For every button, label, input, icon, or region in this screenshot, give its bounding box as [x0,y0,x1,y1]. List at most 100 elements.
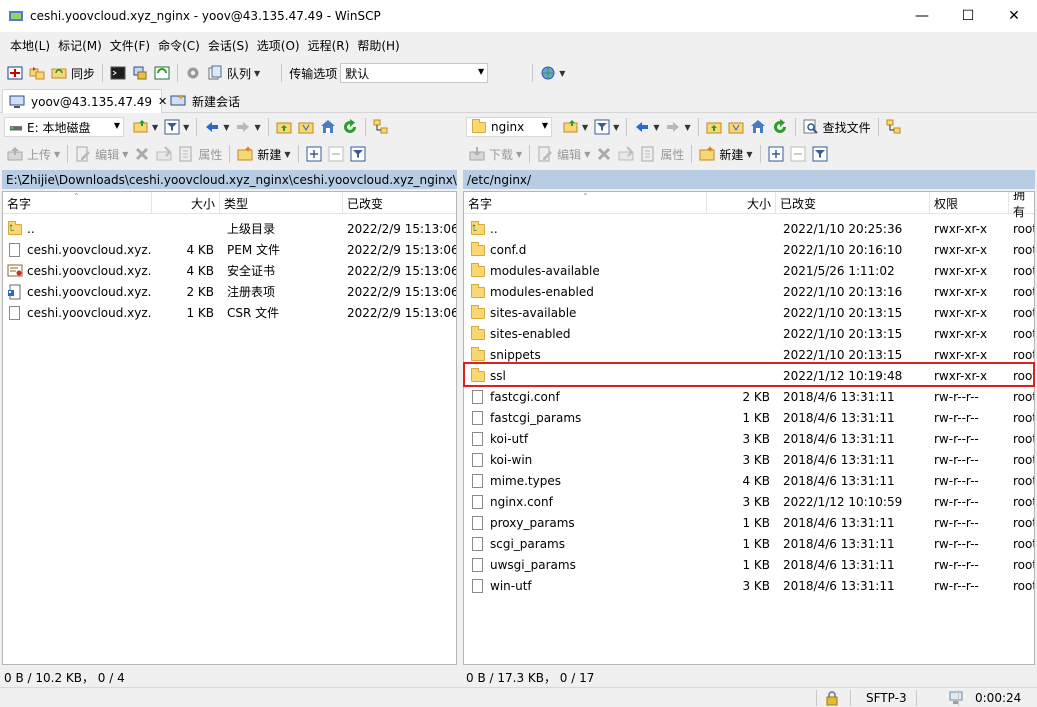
close-button[interactable]: ✕ [991,0,1037,32]
local-delete-button[interactable] [131,143,153,165]
table-row[interactable]: koi-utf 3 KB 2018/4/6 13:31:11 rw-r--r-- roo… [464,428,1034,449]
remote-col-size[interactable]: 大小 [707,192,776,214]
local-path-bar[interactable]: E:\Zhijie\Downloads\ceshi.yoovcloud.xyz_… [2,170,457,189]
menu-command[interactable]: 命令(C) [154,37,204,54]
table-row[interactable]: ceshi.yoovcloud.xyz... 4 KB PEM 文件 2022/2/9… [3,239,456,260]
remote-properties-button[interactable]: 属性 [637,143,687,165]
remote-tree-button[interactable] [883,116,905,138]
local-select-filter-button[interactable] [347,143,369,165]
local-col-changed[interactable]: 已改变 [343,192,456,214]
table-row[interactable]: scgi_params 1 KB 2018/4/6 13:31:11 rw-r--r-… [464,533,1034,554]
table-row[interactable]: modules-available 2021/5/26 1:11:02 rwxr-x… [464,260,1034,281]
maximize-button[interactable]: ☐ [945,0,991,32]
remote-select-filter-button[interactable] [809,143,831,165]
remote-home-button[interactable] [747,116,769,138]
compare-button[interactable] [4,62,26,84]
remote-forward-button[interactable]: ▼ [662,116,693,138]
remote-folder-select[interactable]: nginx ▼ [466,117,552,137]
transfer-options-select[interactable]: 默认 ▼ [340,63,489,83]
synchronize-browsing-button[interactable] [26,62,48,84]
table-row[interactable]: ⮤.. 上级目录 2022/2/9 15:13:06 [3,218,456,239]
table-row[interactable]: mime.types 4 KB 2018/4/6 13:31:11 rw-r--r--… [464,470,1034,491]
table-row[interactable]: fastcgi.conf 2 KB 2018/4/6 13:31:11 rw-r--r… [464,386,1034,407]
remote-rename-button[interactable] [615,143,637,165]
menu-local[interactable]: 本地(L) [6,37,54,54]
table-row[interactable]: proxy_params 1 KB 2018/4/6 13:31:11 rw-r--r… [464,512,1034,533]
local-tree-button[interactable] [370,116,392,138]
table-row[interactable]: sites-available 2022/1/10 20:13:15 rwxr-xr… [464,302,1034,323]
table-row[interactable]: ceshi.yoovcloud.xyz... 4 KB 安全证书 2022/2/9 1… [3,260,456,281]
local-select-all-button[interactable] [303,143,325,165]
refresh-session-button[interactable] [151,62,173,84]
local-drive-select[interactable]: E: 本地磁盘 ▼ [4,117,124,137]
local-open-folder-button[interactable]: ▼ [130,116,161,138]
remote-col-rights[interactable]: 权限 [930,192,1009,214]
local-nav-toolbar: E: 本地磁盘 ▼ ▼ ▼ ▼ ▼ [4,114,456,140]
menu-options[interactable]: 选项(O) [253,37,304,54]
minimize-button[interactable]: — [899,0,945,32]
table-row[interactable]: koi-win 3 KB 2018/4/6 13:31:11 rw-r--r-- roo… [464,449,1034,470]
local-properties-button[interactable]: 属性 [175,143,225,165]
tab-session[interactable]: yoov@43.135.47.49 ✕ [2,89,167,113]
local-col-type[interactable]: 类型 [220,192,343,214]
file-rights-text: rwxr-xr-x [934,347,988,362]
menu-file[interactable]: 文件(F) [106,37,154,54]
menu-help[interactable]: 帮助(H) [353,37,403,54]
session-globe-button[interactable]: ▼ [537,62,568,84]
table-row-ssl[interactable]: ssl 2022/1/12 10:19:48 rwxr-xr-x root [464,365,1034,386]
remote-path-bar[interactable]: /etc/nginx/ [463,170,1035,189]
table-row[interactable]: ceshi.yoovcloud.xyz... 2 KB 注册表项 2022/2/9 1… [3,281,456,302]
file-changed-text: 2022/2/9 15:13:06 [347,221,457,236]
local-home-button[interactable] [317,116,339,138]
table-row[interactable]: uwsgi_params 1 KB 2018/4/6 13:31:11 rw-r--r… [464,554,1034,575]
local-edit-button[interactable]: 编辑 ▼ [72,143,131,165]
table-row[interactable]: snippets 2022/1/10 20:13:15 rwxr-xr-x root [464,344,1034,365]
local-unselect-button[interactable] [325,143,347,165]
local-back-button[interactable]: ▼ [201,116,232,138]
local-root-dir-button[interactable] [295,116,317,138]
menu-session[interactable]: 会话(S) [204,37,253,54]
local-filter-button[interactable]: ▼ [161,116,192,138]
table-row[interactable]: win-utf 3 KB 2018/4/6 13:31:11 rw-r--r-- roo… [464,575,1034,596]
local-forward-button[interactable]: ▼ [232,116,263,138]
file-rights: rwxr-xr-x [934,218,1009,239]
table-row[interactable]: modules-enabled 2022/1/10 20:13:16 rwxr-xr… [464,281,1034,302]
open-putty-button[interactable] [129,62,151,84]
local-parent-dir-button[interactable] [273,116,295,138]
menu-remote[interactable]: 远程(R) [304,37,354,54]
remote-col-changed[interactable]: 已改变 [776,192,930,214]
remote-root-dir-button[interactable] [725,116,747,138]
local-col-size[interactable]: 大小 [152,192,220,214]
remote-parent-dir-button[interactable] [703,116,725,138]
remote-edit-button[interactable]: 编辑 ▼ [534,143,593,165]
upload-button[interactable]: 上传 ▼ [4,143,63,165]
remote-back-button[interactable]: ▼ [631,116,662,138]
find-files-button[interactable]: 查找文件 [800,116,874,138]
remote-select-all-button[interactable] [765,143,787,165]
remote-filter-button[interactable]: ▼ [591,116,622,138]
queue-button[interactable]: 队列 ▼ [204,62,263,84]
remote-unselect-button[interactable] [787,143,809,165]
tab-new-session[interactable]: 新建会话 [164,89,246,113]
file-owner-text: root [1013,305,1035,320]
remote-refresh-button[interactable] [769,116,791,138]
download-button[interactable]: 下载 ▼ [466,143,525,165]
local-new-button[interactable]: 新建 ▼ [234,143,293,165]
preferences-button[interactable] [182,62,204,84]
remote-col-owner[interactable]: 拥有 [1009,192,1034,219]
table-row[interactable]: fastcgi_params 1 KB 2018/4/6 13:31:11 rw-r-… [464,407,1034,428]
remote-delete-button[interactable] [593,143,615,165]
menu-mark[interactable]: 标记(M) [54,37,106,54]
local-refresh-button[interactable] [339,116,361,138]
remote-new-button[interactable]: 新建 ▼ [696,143,755,165]
table-row[interactable]: conf.d 2022/1/10 20:16:10 rwxr-xr-x root [464,239,1034,260]
open-terminal-button[interactable] [107,62,129,84]
local-rename-button[interactable] [153,143,175,165]
table-row[interactable]: nginx.conf 3 KB 2022/1/12 10:10:59 rw-r--r-… [464,491,1034,512]
synchronize-button[interactable]: 同步 [48,62,98,84]
file-icon [470,536,486,552]
table-row[interactable]: sites-enabled 2022/1/10 20:13:15 rwxr-xr-x… [464,323,1034,344]
table-row[interactable]: ⮤.. 2022/1/10 20:25:36 rwxr-xr-x root [464,218,1034,239]
remote-open-folder-button[interactable]: ▼ [560,116,591,138]
table-row[interactable]: ceshi.yoovcloud.xyz... 1 KB CSR 文件 2022/2/9… [3,302,456,323]
